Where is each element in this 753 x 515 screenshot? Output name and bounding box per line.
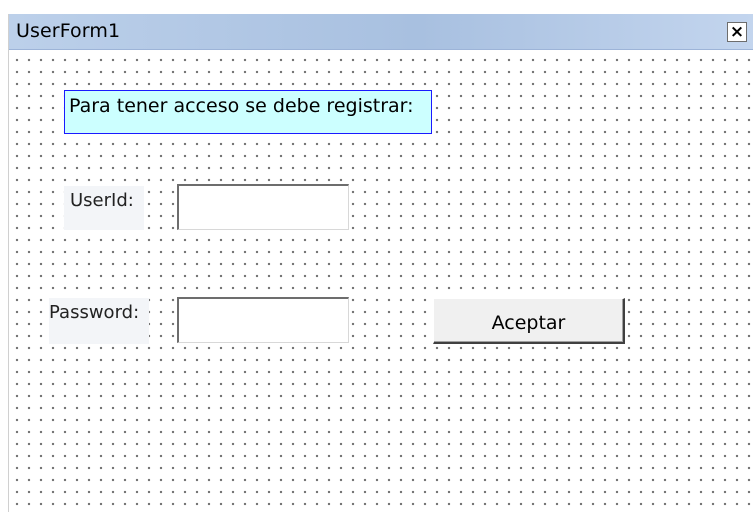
form-design-grid: Para tener acceso se debe registrar: Use… — [9, 50, 753, 512]
password-label: Password: — [49, 298, 149, 344]
userform-window: UserForm1 × Para tener acceso se debe re… — [8, 14, 753, 512]
registration-notice-label: Para tener acceso se debe registrar: — [64, 90, 432, 134]
window-title: UserForm1 — [16, 20, 121, 42]
userid-label: UserId: — [64, 186, 144, 230]
userid-input[interactable] — [177, 184, 349, 230]
password-input[interactable] — [177, 297, 349, 343]
close-icon: × — [729, 21, 745, 42]
title-bar[interactable]: UserForm1 × — [9, 14, 753, 50]
close-button[interactable]: × — [727, 22, 747, 42]
accept-button[interactable]: Aceptar — [433, 298, 625, 344]
